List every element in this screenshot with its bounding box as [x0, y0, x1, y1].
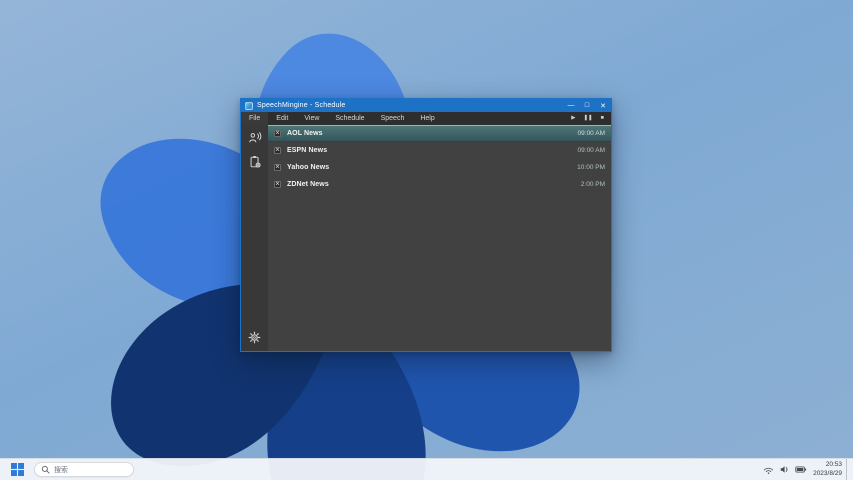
close-button[interactable]: ✕	[595, 99, 611, 112]
row-checkbox[interactable]: ✕	[274, 130, 281, 137]
settings-gear-icon[interactable]	[247, 330, 262, 345]
menu-item-help[interactable]: Help	[412, 112, 442, 125]
battery-icon[interactable]	[795, 464, 807, 475]
menu-item-view[interactable]: View	[296, 112, 327, 125]
row-title: ZDNet News	[287, 181, 329, 188]
search-input[interactable]: 搜索	[34, 462, 134, 477]
menu-item-speech[interactable]: Speech	[373, 112, 413, 125]
schedule-list: ✕ AOL News 09:00 AM ✕ ESPN News 09:00 AM…	[268, 125, 611, 351]
row-checkbox[interactable]: ✕	[274, 181, 281, 188]
row-title: ESPN News	[287, 147, 328, 154]
row-time: 09:00 AM	[577, 147, 605, 154]
menubar-items: File Edit View Schedule Speech Help	[241, 112, 443, 125]
schedule-row[interactable]: ✕ ZDNet News 2:00 PM	[268, 176, 611, 193]
taskbar-clock[interactable]: 20:53 2023/8/29	[813, 461, 846, 478]
taskbar: 搜索 20:53 2023/8/29	[0, 458, 853, 480]
row-time: 10:00 PM	[577, 164, 605, 171]
clock-date: 2023/8/29	[813, 469, 842, 477]
clock-time: 20:53	[825, 461, 842, 469]
row-time: 09:00 AM	[577, 130, 605, 137]
menu-item-file[interactable]: File	[241, 112, 269, 125]
minimize-button[interactable]: —	[563, 99, 579, 112]
checkbox-x-glyph: ✕	[274, 147, 281, 153]
row-checkbox[interactable]: ✕	[274, 147, 281, 154]
checkbox-x-glyph: ✕	[274, 130, 281, 136]
wifi-icon[interactable]	[763, 464, 774, 475]
menu-item-edit[interactable]: Edit	[268, 112, 296, 125]
volume-icon[interactable]	[779, 464, 790, 475]
titlebar-controls: — □ ✕	[563, 99, 611, 112]
system-tray[interactable]	[763, 464, 813, 475]
window-title: SpeechMingine - Schedule	[257, 102, 346, 109]
maximize-button[interactable]: □	[579, 99, 595, 112]
row-title: Yahoo News	[287, 164, 330, 171]
start-button[interactable]	[8, 461, 26, 479]
play-button[interactable]: ▶	[571, 115, 575, 122]
menubar: File Edit View Schedule Speech Help ▶ ❚❚ ■	[241, 112, 611, 125]
schedule-row[interactable]: ✕ AOL News 09:00 AM	[268, 125, 611, 142]
show-desktop-button[interactable]	[846, 459, 849, 480]
sidebar	[241, 125, 268, 351]
window-content: ✕ AOL News 09:00 AM ✕ ESPN News 09:00 AM…	[241, 125, 611, 351]
checkbox-x-glyph: ✕	[274, 181, 281, 187]
row-checkbox[interactable]: ✕	[274, 164, 281, 171]
schedule-row[interactable]: ✕ ESPN News 09:00 AM	[268, 142, 611, 159]
desktop: { "window": { "title": "SpeechMingine - …	[0, 0, 853, 480]
stop-button[interactable]: ■	[601, 115, 604, 122]
app-window: SpeechMingine - Schedule — □ ✕ File Edit V…	[240, 98, 612, 352]
titlebar[interactable]: SpeechMingine - Schedule — □ ✕	[241, 99, 611, 112]
checkbox-x-glyph: ✕	[274, 164, 281, 170]
schedule-clipboard-icon[interactable]	[247, 154, 262, 169]
row-time: 2:00 PM	[580, 181, 605, 188]
schedule-row[interactable]: ✕ Yahoo News 10:00 PM	[268, 159, 611, 176]
playback-controls: ▶ ❚❚ ■	[571, 115, 611, 122]
app-icon	[245, 101, 253, 110]
speech-person-icon[interactable]	[247, 130, 262, 145]
search-placeholder: 搜索	[54, 466, 68, 474]
row-title: AOL News	[287, 130, 323, 137]
search-icon	[41, 465, 50, 474]
menu-item-schedule[interactable]: Schedule	[327, 112, 372, 125]
pause-button[interactable]: ❚❚	[583, 115, 592, 122]
